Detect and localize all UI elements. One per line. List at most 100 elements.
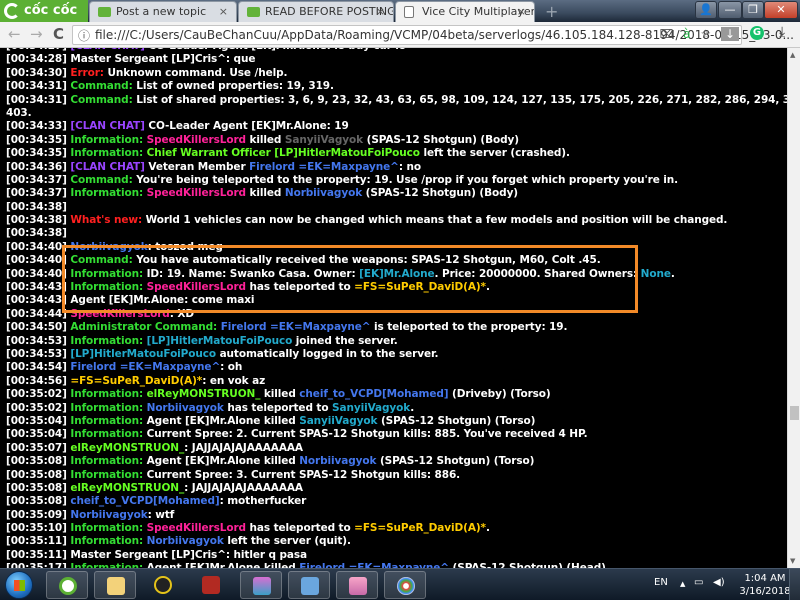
bookmark-star-icon[interactable]: ☆ xyxy=(700,27,711,41)
language-indicator[interactable]: EN xyxy=(654,577,668,588)
log-segment: . xyxy=(670,267,675,280)
log-segment: Information: xyxy=(70,428,147,441)
log-segment: : oh xyxy=(220,361,243,374)
grammarly-icon[interactable]: G xyxy=(750,26,764,40)
log-line: [00:34:36] [CLAN CHAT] Veteran Member Fi… xyxy=(6,161,787,174)
log-timestamp: [00:34:37] xyxy=(6,173,71,186)
log-line: [00:35:10] Information: SpeedKillersLord… xyxy=(6,522,787,535)
taskbar-explorer[interactable] xyxy=(94,571,136,599)
log-segment: List of shared properties: 3, 6, 9, 23, … xyxy=(136,93,787,106)
log-timestamp: [00:35:08] xyxy=(6,468,71,481)
log-segment: . xyxy=(410,401,415,414)
log-segment: Information: xyxy=(70,522,147,535)
log-timestamp: [00:34:44] xyxy=(6,307,71,320)
tab-read-before-posting[interactable]: READ BEFORE POSTING! × xyxy=(238,1,394,22)
paint-icon xyxy=(397,577,415,595)
start-button[interactable] xyxy=(5,571,33,599)
log-timestamp: [00:35:04] xyxy=(6,428,71,441)
maximize-button[interactable]: ❐ xyxy=(742,1,764,19)
monitor-icon xyxy=(301,577,319,595)
info-icon[interactable]: ⓘ xyxy=(78,27,90,44)
tab-label: READ BEFORE POSTING! xyxy=(265,5,394,18)
log-timestamp: [00:34:27] xyxy=(6,48,70,52)
savior-download-icon[interactable]: ↓ xyxy=(720,27,739,41)
page-icon xyxy=(404,6,414,18)
taskbar-vcs[interactable] xyxy=(336,571,378,599)
log-timestamp: [00:34:36] xyxy=(6,160,71,173)
log-segment: SanyiiVagyok xyxy=(299,414,378,427)
log-segment: Information: xyxy=(70,133,147,146)
coccoc-dictionary-icon[interactable]: à xyxy=(683,27,690,41)
taskbar-coccoc[interactable] xyxy=(46,571,88,599)
log-segment: is teleported to the property: 19. xyxy=(370,321,568,334)
log-segment: Norbiivagyok xyxy=(284,187,363,200)
log-line: [00:34:53] [LP]HitlerMatouFoiPouco autom… xyxy=(6,348,787,361)
taskbar-network[interactable] xyxy=(190,571,232,599)
log-line: [00:34:37] Command: You're being telepor… xyxy=(6,174,787,187)
log-timestamp: [00:35:07] xyxy=(6,441,71,454)
log-timestamp: [00:34:38] xyxy=(6,214,71,227)
taskbar-security[interactable] xyxy=(142,571,184,599)
forward-button[interactable]: → xyxy=(30,25,43,43)
log-line: [00:34:50] Administrator Command: Firelo… xyxy=(6,321,787,334)
log-segment: SpeedKillersLord xyxy=(146,187,246,200)
log-segment: elReyMONSTRUON_ xyxy=(146,388,261,401)
taskbar-remote[interactable] xyxy=(288,571,330,599)
tab-post-new-topic[interactable]: Post a new topic × xyxy=(89,1,237,22)
volume-icon[interactable]: ◀) xyxy=(713,577,725,588)
log-segment: Agent [EK]Mr.Alone killed xyxy=(146,455,300,468)
close-tab-icon[interactable]: × xyxy=(376,2,385,22)
log-segment: Current Spree: 2. Current SPAS-12 Shotgu… xyxy=(146,428,588,441)
log-timestamp: [00:34:53] xyxy=(6,334,71,347)
log-segment: Information: xyxy=(70,535,147,548)
log-segment: has teleported to xyxy=(223,401,333,414)
scroll-up-icon[interactable]: ▲ xyxy=(790,51,795,59)
log-segment: Command: xyxy=(70,93,137,106)
log-segment: (Driveby) (Torso) xyxy=(448,388,551,401)
scrollbar-thumb[interactable] xyxy=(790,406,799,421)
log-timestamp: [00:34:40] xyxy=(6,267,71,280)
downloads-icon[interactable]: ⤓ xyxy=(779,24,785,40)
forum-icon xyxy=(98,7,111,17)
log-segment: CO-Leader Agent [EK]Mr.Alone: lo buy car… xyxy=(148,48,406,52)
scroll-down-icon[interactable]: ▼ xyxy=(790,557,795,565)
log-timestamp: [00:34:53] xyxy=(6,347,71,360)
log-segment: : en vok az xyxy=(202,374,266,387)
close-window-button[interactable]: ✕ xyxy=(764,1,798,19)
log-timestamp: [00:35:10] xyxy=(6,522,71,535)
log-segment: =FS=SuPeR_DaviD(A)* xyxy=(70,374,203,387)
address-bar[interactable]: ⓘ file:///C:/Users/CauBeChanCuu/AppData/… xyxy=(72,25,794,45)
log-line: [00:34:35] Information: SpeedKillersLord… xyxy=(6,134,787,147)
network-tray-icon[interactable]: ▭ xyxy=(694,577,703,588)
taskbar-paint[interactable] xyxy=(384,571,426,599)
coccoc-brand[interactable]: cốc cốc xyxy=(0,0,88,22)
log-timestamp: [00:34:28] xyxy=(6,53,71,66)
log-timestamp: [00:35:02] xyxy=(6,388,71,401)
show-desktop-button[interactable] xyxy=(789,569,800,600)
log-segment: Norbiivagyok xyxy=(70,508,148,521)
log-segment: (SPAS-12 Shotgun) (Body) xyxy=(362,187,519,200)
taskbar-vicecity[interactable] xyxy=(240,571,282,599)
log-segment: Information: xyxy=(70,468,147,481)
close-tab-icon[interactable]: × xyxy=(517,2,526,22)
scrollbar[interactable]: ▲ ▼ xyxy=(787,48,800,568)
log-segment: Agent [EK]Mr.Alone killed xyxy=(146,414,300,427)
translate-icon[interactable]: ⌧ xyxy=(660,27,674,41)
log-segment: World 1 vehicles can now be changed whic… xyxy=(145,214,728,227)
screen: cốc cốc Post a new topic × READ BEFORE P… xyxy=(0,0,800,600)
new-tab-button[interactable]: + xyxy=(545,2,558,21)
back-button[interactable]: ← xyxy=(8,25,21,43)
log-timestamp: [00:34:38] xyxy=(6,200,67,213)
log-segment: left the server (crashed). xyxy=(419,147,570,160)
log-segment: None xyxy=(640,267,671,280)
minimize-button[interactable]: — xyxy=(718,1,742,19)
close-tab-icon[interactable]: × xyxy=(219,2,228,22)
log-line: [00:34:54] Firelord =EK=Maxpayne^: oh xyxy=(6,361,787,374)
tray-expand-icon[interactable]: ▲ xyxy=(680,580,685,588)
log-line: [00:35:11] Master Sergeant [LP]Cris^: hi… xyxy=(6,549,787,562)
tab-vcmp-log[interactable]: Vice City Multiplayer log f × xyxy=(395,1,535,22)
log-line: [00:35:08] cheif_to_VCPD[Mohamed]: mothe… xyxy=(6,495,787,508)
reload-button[interactable]: C xyxy=(53,25,64,43)
profile-button[interactable]: 👤 xyxy=(695,1,717,19)
log-line: [00:35:09] Norbiivagyok: wtf xyxy=(6,509,787,522)
